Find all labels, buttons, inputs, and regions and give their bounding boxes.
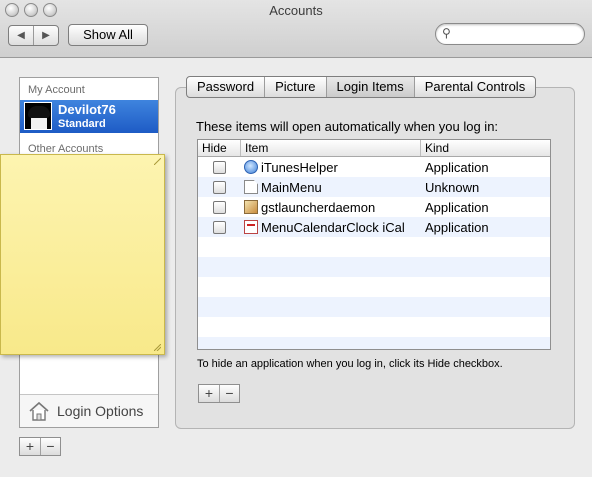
tab-password[interactable]: Password xyxy=(187,77,264,97)
hide-checkbox[interactable] xyxy=(212,220,226,234)
column-header-hide[interactable]: Hide xyxy=(198,140,240,156)
add-login-item-button[interactable]: + xyxy=(199,385,219,402)
table-row[interactable]: MainMenu Unknown xyxy=(198,177,550,197)
table-row[interactable]: gstlauncherdaemon Application xyxy=(198,197,550,217)
house-icon xyxy=(29,401,49,421)
empty-row xyxy=(198,337,550,349)
forward-button[interactable]: ▶ xyxy=(33,26,58,45)
empty-row xyxy=(198,257,550,277)
column-header-item[interactable]: Item xyxy=(240,140,420,156)
back-forward-control: ◀ ▶ xyxy=(8,25,59,46)
ical-icon xyxy=(244,220,258,234)
remove-login-item-button[interactable]: − xyxy=(219,385,239,402)
magnifier-icon: ⚲ xyxy=(442,26,451,40)
empty-row xyxy=(198,317,550,337)
sticky-resize-icon[interactable] xyxy=(154,344,161,351)
account-tabs: Password Picture Login Items Parental Co… xyxy=(186,76,537,98)
item-kind: Application xyxy=(425,159,489,175)
add-account-button[interactable]: + xyxy=(20,438,40,455)
table-header: Hide Item Kind xyxy=(198,140,550,157)
login-items-add-remove: + − xyxy=(198,384,240,403)
itunes-icon xyxy=(244,160,258,174)
search-field[interactable]: ⚲ xyxy=(435,23,585,45)
my-account-header: My Account xyxy=(28,84,85,96)
gstlauncher-icon xyxy=(244,200,258,214)
hide-hint-text: To hide an application when you log in, … xyxy=(197,358,503,370)
item-kind: Unknown xyxy=(425,179,480,195)
account-item-current[interactable]: Devilot76 Standard xyxy=(20,100,158,133)
login-items-table: Hide Item Kind iTunesHelper Application … xyxy=(197,139,551,350)
show-all-button[interactable]: Show All xyxy=(68,24,148,46)
login-options-item[interactable]: Login Options xyxy=(20,394,158,427)
empty-row xyxy=(198,277,550,297)
column-header-kind[interactable]: Kind xyxy=(420,140,550,156)
table-body: iTunesHelper Application MainMenu Unknow… xyxy=(198,157,550,349)
hide-checkbox[interactable] xyxy=(212,200,226,214)
empty-row xyxy=(198,297,550,317)
tab-picture[interactable]: Picture xyxy=(264,77,325,97)
login-items-description: These items will open automatically when… xyxy=(196,119,499,134)
account-add-remove: + − xyxy=(19,437,61,456)
window-title: Accounts xyxy=(269,3,323,18)
tab-parental-controls[interactable]: Parental Controls xyxy=(413,77,535,97)
search-input[interactable] xyxy=(456,27,578,41)
empty-row xyxy=(198,237,550,257)
tab-login-items[interactable]: Login Items xyxy=(325,77,414,97)
item-name: MenuCalendarClock iCal xyxy=(261,219,405,235)
back-button[interactable]: ◀ xyxy=(9,26,33,45)
sticky-collapse-icon[interactable] xyxy=(154,158,161,165)
account-name: Devilot76 xyxy=(58,102,116,117)
item-name: gstlauncherdaemon xyxy=(261,199,376,215)
item-name: MainMenu xyxy=(261,179,322,195)
login-options-label: Login Options xyxy=(57,403,144,419)
item-kind: Application xyxy=(425,219,489,235)
document-icon xyxy=(244,180,258,194)
item-kind: Application xyxy=(425,199,489,215)
hide-checkbox[interactable] xyxy=(212,160,226,174)
window-toolbar: Accounts ◀ ▶ Show All ⚲ xyxy=(0,0,592,58)
sticky-note[interactable] xyxy=(0,154,165,355)
remove-account-button[interactable]: − xyxy=(40,438,60,455)
table-row[interactable]: iTunesHelper Application xyxy=(198,157,550,177)
table-row[interactable]: MenuCalendarClock iCal Application xyxy=(198,217,550,237)
account-type: Standard xyxy=(58,118,106,130)
hide-checkbox[interactable] xyxy=(212,180,226,194)
avatar xyxy=(24,102,52,130)
item-name: iTunesHelper xyxy=(261,159,338,175)
